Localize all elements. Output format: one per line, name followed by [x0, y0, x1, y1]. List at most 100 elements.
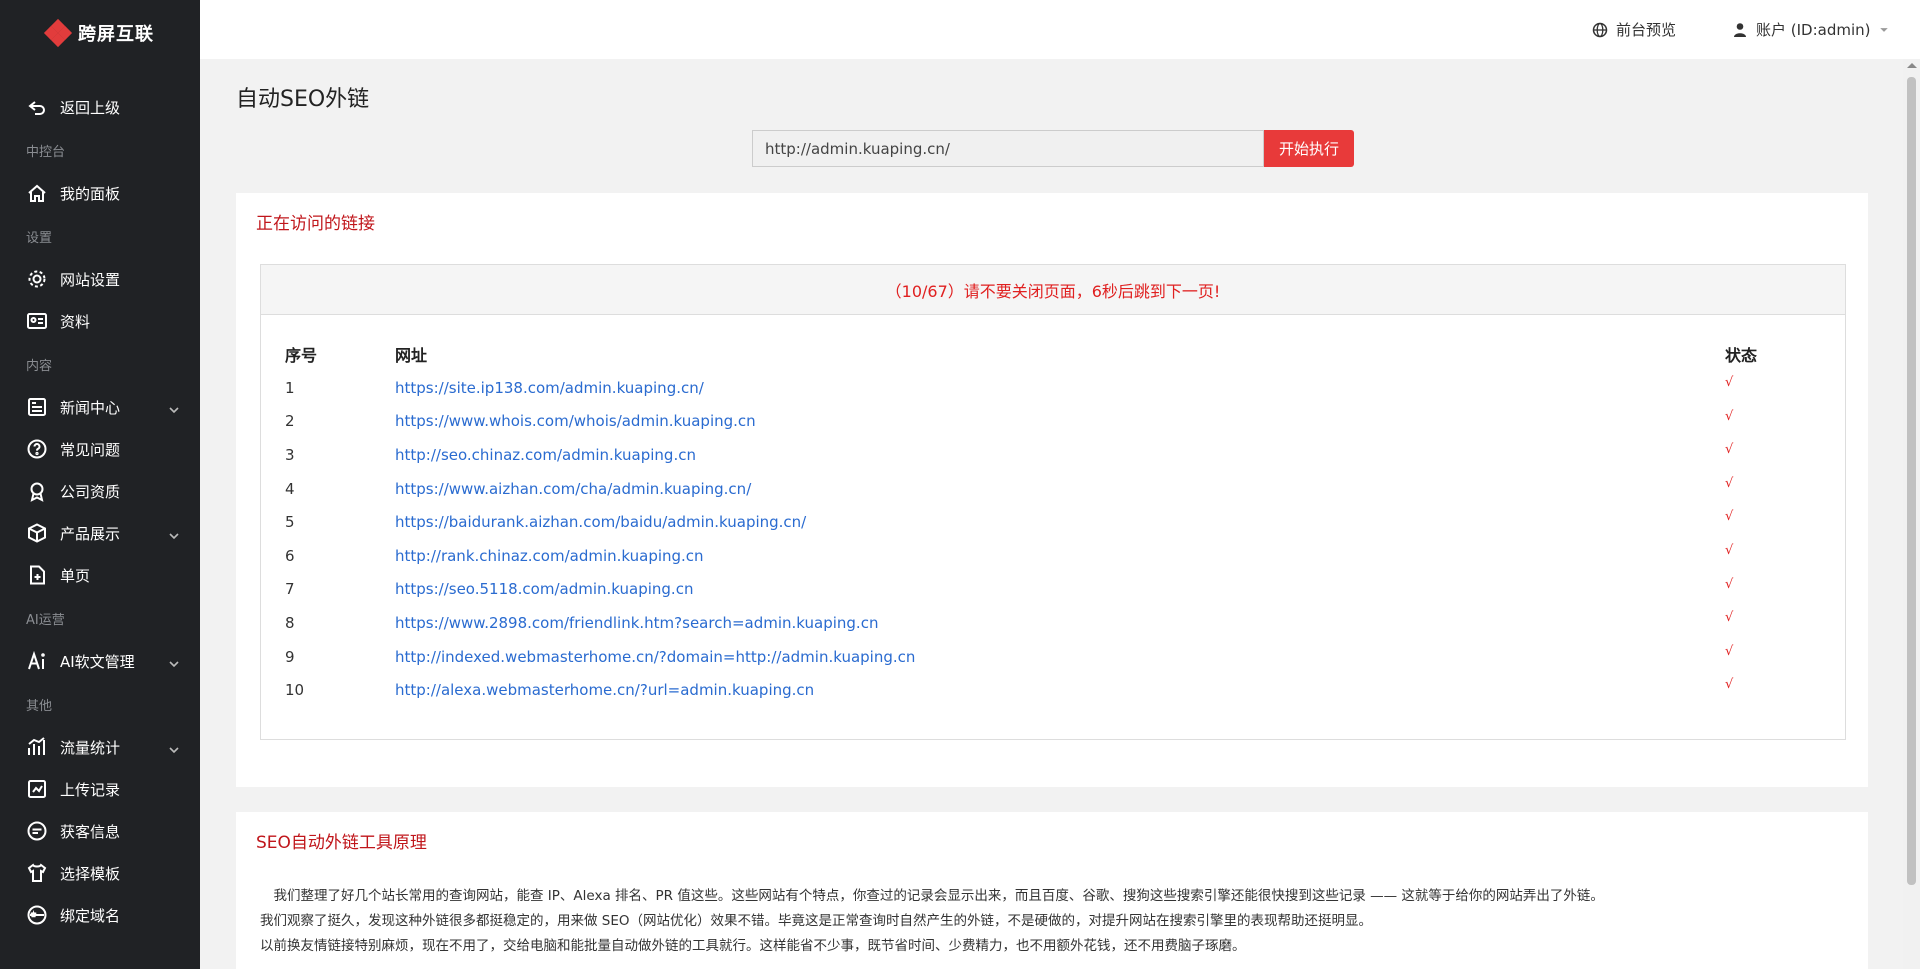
sidebar-item-label: AI软文管理 [60, 652, 135, 671]
row-url-cell: http://seo.chinaz.com/admin.kuaping.cn [395, 438, 1725, 472]
row-status: √ [1725, 677, 1734, 693]
row-url-cell: https://seo.5118.com/admin.kuaping.cn [395, 573, 1725, 607]
row-url-cell: https://www.whois.com/whois/admin.kuapin… [395, 405, 1725, 439]
logo-mark-icon [43, 18, 73, 48]
sidebar-section-label: AI运营 [26, 612, 65, 628]
sidebar-item-shirt[interactable]: 选择模板 [0, 852, 200, 894]
visiting-card: 正在访问的链接 （10/67）请不要关闭页面，6秒后跳到下一页! 序号 网址 状… [236, 193, 1868, 787]
row-number: 10 [285, 681, 305, 700]
row-url-link[interactable]: https://www.aizhan.com/cha/admin.kuaping… [395, 480, 751, 498]
sidebar-item-chart[interactable]: 流量统计 [0, 726, 200, 768]
award-icon [26, 480, 48, 502]
row-status: √ [1725, 375, 1734, 390]
caret-down-icon [1879, 27, 1888, 32]
row-url-link[interactable]: https://baidurank.aizhan.com/baidu/admin… [395, 513, 806, 531]
www-icon [26, 904, 48, 926]
account-label: 账户 (ID:admin) [1756, 21, 1871, 39]
row-url-link[interactable]: https://seo.5118.com/admin.kuaping.cn [395, 580, 693, 598]
sidebar-item-message[interactable]: 获客信息 [0, 810, 200, 852]
row-url-link[interactable]: http://rank.chinaz.com/admin.kuaping.cn [395, 547, 704, 565]
brand-logo[interactable]: 跨屏互联 [0, 0, 200, 66]
url-input[interactable] [752, 130, 1264, 167]
column-header-no: 序号 [285, 346, 318, 365]
sidebar-item-label: 我的面板 [60, 184, 121, 203]
sidebar-item-gear[interactable]: 网站设置 [0, 258, 200, 300]
page-scrollbar[interactable] [1903, 59, 1920, 969]
back-arrow-icon [26, 96, 48, 118]
chevron-down-icon [168, 401, 180, 414]
table-row: 8 https://www.2898.com/friendlink.htm?sea… [285, 606, 1825, 640]
sidebar-item-file-plus[interactable]: 单页 [0, 554, 200, 596]
row-status: √ [1725, 509, 1734, 525]
principle-paragraph-3: 以前换友情链接特别麻烦，现在不用了，交给电脑和能批量自动做外链的工具就行。这样能… [260, 938, 1246, 954]
top-header: 前台预览 账户 (ID:admin) [200, 0, 1920, 59]
message-icon [26, 820, 48, 842]
sidebar-item-id-card[interactable]: 资料 [0, 300, 200, 342]
row-url-cell: https://baidurank.aizhan.com/baidu/admin… [395, 505, 1725, 539]
row-number: 8 [285, 613, 295, 632]
sidebar-section-label: 内容 [26, 358, 53, 374]
row-url-link[interactable]: http://indexed.webmasterhome.cn/?domain=… [395, 648, 915, 666]
row-url-link[interactable]: https://site.ip138.com/admin.kuaping.cn/ [395, 379, 704, 397]
row-status: √ [1725, 542, 1734, 558]
sidebar-item-label: 上传记录 [60, 780, 121, 799]
column-header-url: 网址 [395, 346, 428, 365]
table-row: 3 http://seo.chinaz.com/admin.kuaping.cn √ [285, 438, 1825, 472]
sidebar-item-label: 返回上级 [60, 98, 121, 117]
preview-link[interactable]: 前台预览 [1592, 0, 1676, 59]
column-header-status: 状态 [1725, 346, 1758, 365]
links-table: 序号 网址 状态 1 https://site.ip138.com/admin.k… [285, 337, 1825, 707]
scroll-up-arrow-icon[interactable] [1907, 63, 1917, 68]
visiting-panel: （10/67）请不要关闭页面，6秒后跳到下一页! 序号 网址 状态 1 https… [260, 264, 1846, 740]
row-url-cell: http://indexed.webmasterhome.cn/?domain=… [395, 640, 1725, 674]
sidebar-item-www[interactable]: 绑定域名 [0, 894, 200, 936]
row-status: √ [1725, 442, 1734, 458]
page-title: 自动SEO外链 [236, 87, 370, 112]
table-header-row: 序号 网址 状态 [285, 337, 1825, 371]
sidebar-item-news[interactable]: 新闻中心 [0, 386, 200, 428]
sidebar-item-label: 公司资质 [60, 482, 121, 501]
row-status: √ [1725, 475, 1734, 491]
main-content: 自动SEO外链 开始执行 正在访问的链接 （10/67）请不要关闭页面，6秒后跳… [200, 59, 1903, 969]
sidebar-section-label: 其他 [26, 698, 53, 714]
row-url-link[interactable]: http://alexa.webmasterhome.cn/?url=admin… [395, 681, 814, 699]
row-status: √ [1725, 576, 1734, 592]
sidebar-item-label: 流量统计 [60, 738, 121, 757]
row-number: 4 [285, 479, 295, 498]
shirt-icon [26, 862, 48, 884]
row-number: 1 [285, 378, 295, 397]
scroll-thumb[interactable] [1907, 77, 1916, 885]
table-row: 9 http://indexed.webmasterhome.cn/?domain… [285, 640, 1825, 674]
preview-label: 前台预览 [1616, 21, 1677, 39]
table-row: 5 https://baidurank.aizhan.com/baidu/admi… [285, 505, 1825, 539]
sidebar-section-label: 中控台 [26, 144, 66, 160]
row-number: 2 [285, 412, 295, 431]
row-number: 5 [285, 513, 295, 532]
chart-icon [26, 736, 48, 758]
row-url-cell: http://alexa.webmasterhome.cn/?url=admin… [395, 673, 1725, 707]
account-menu[interactable]: 账户 (ID:admin) [1732, 0, 1889, 59]
run-button[interactable]: 开始执行 [1264, 130, 1354, 167]
sidebar-item-back-arrow[interactable]: 返回上级 [0, 86, 200, 128]
question-icon [26, 438, 48, 460]
sidebar-item-cube[interactable]: 产品展示 [0, 512, 200, 554]
sidebar-item-upload-log[interactable]: 上传记录 [0, 768, 200, 810]
principle-title: SEO自动外链工具原理 [256, 833, 427, 853]
sidebar-item-label: 网站设置 [60, 270, 121, 289]
row-url-cell: http://rank.chinaz.com/admin.kuaping.cn [395, 539, 1725, 573]
row-number: 3 [285, 445, 295, 464]
sidebar-item-ai[interactable]: AI软文管理 [0, 640, 200, 682]
sidebar-item-home[interactable]: 我的面板 [0, 172, 200, 214]
row-url-cell: https://site.ip138.com/admin.kuaping.cn/ [395, 371, 1725, 405]
news-icon [26, 396, 48, 418]
row-url-link[interactable]: https://www.2898.com/friendlink.htm?sear… [395, 614, 878, 632]
row-url-link[interactable]: https://www.whois.com/whois/admin.kuapin… [395, 412, 756, 430]
row-url-link[interactable]: http://seo.chinaz.com/admin.kuaping.cn [395, 446, 696, 464]
sidebar-item-label: 单页 [60, 566, 91, 585]
principle-card: SEO自动外链工具原理 我们整理了好几个站长常用的查询网站，能查 IP、Alex… [236, 812, 1868, 969]
principle-paragraph-1: 我们整理了好几个站长常用的查询网站，能查 IP、Alexa 排名、PR 值这些。… [260, 888, 1604, 904]
table-row: 1 https://site.ip138.com/admin.kuaping.cn… [285, 371, 1825, 405]
sidebar-item-question[interactable]: 常见问题 [0, 428, 200, 470]
sidebar-item-award[interactable]: 公司资质 [0, 470, 200, 512]
sidebar-item-label: 新闻中心 [60, 398, 121, 417]
